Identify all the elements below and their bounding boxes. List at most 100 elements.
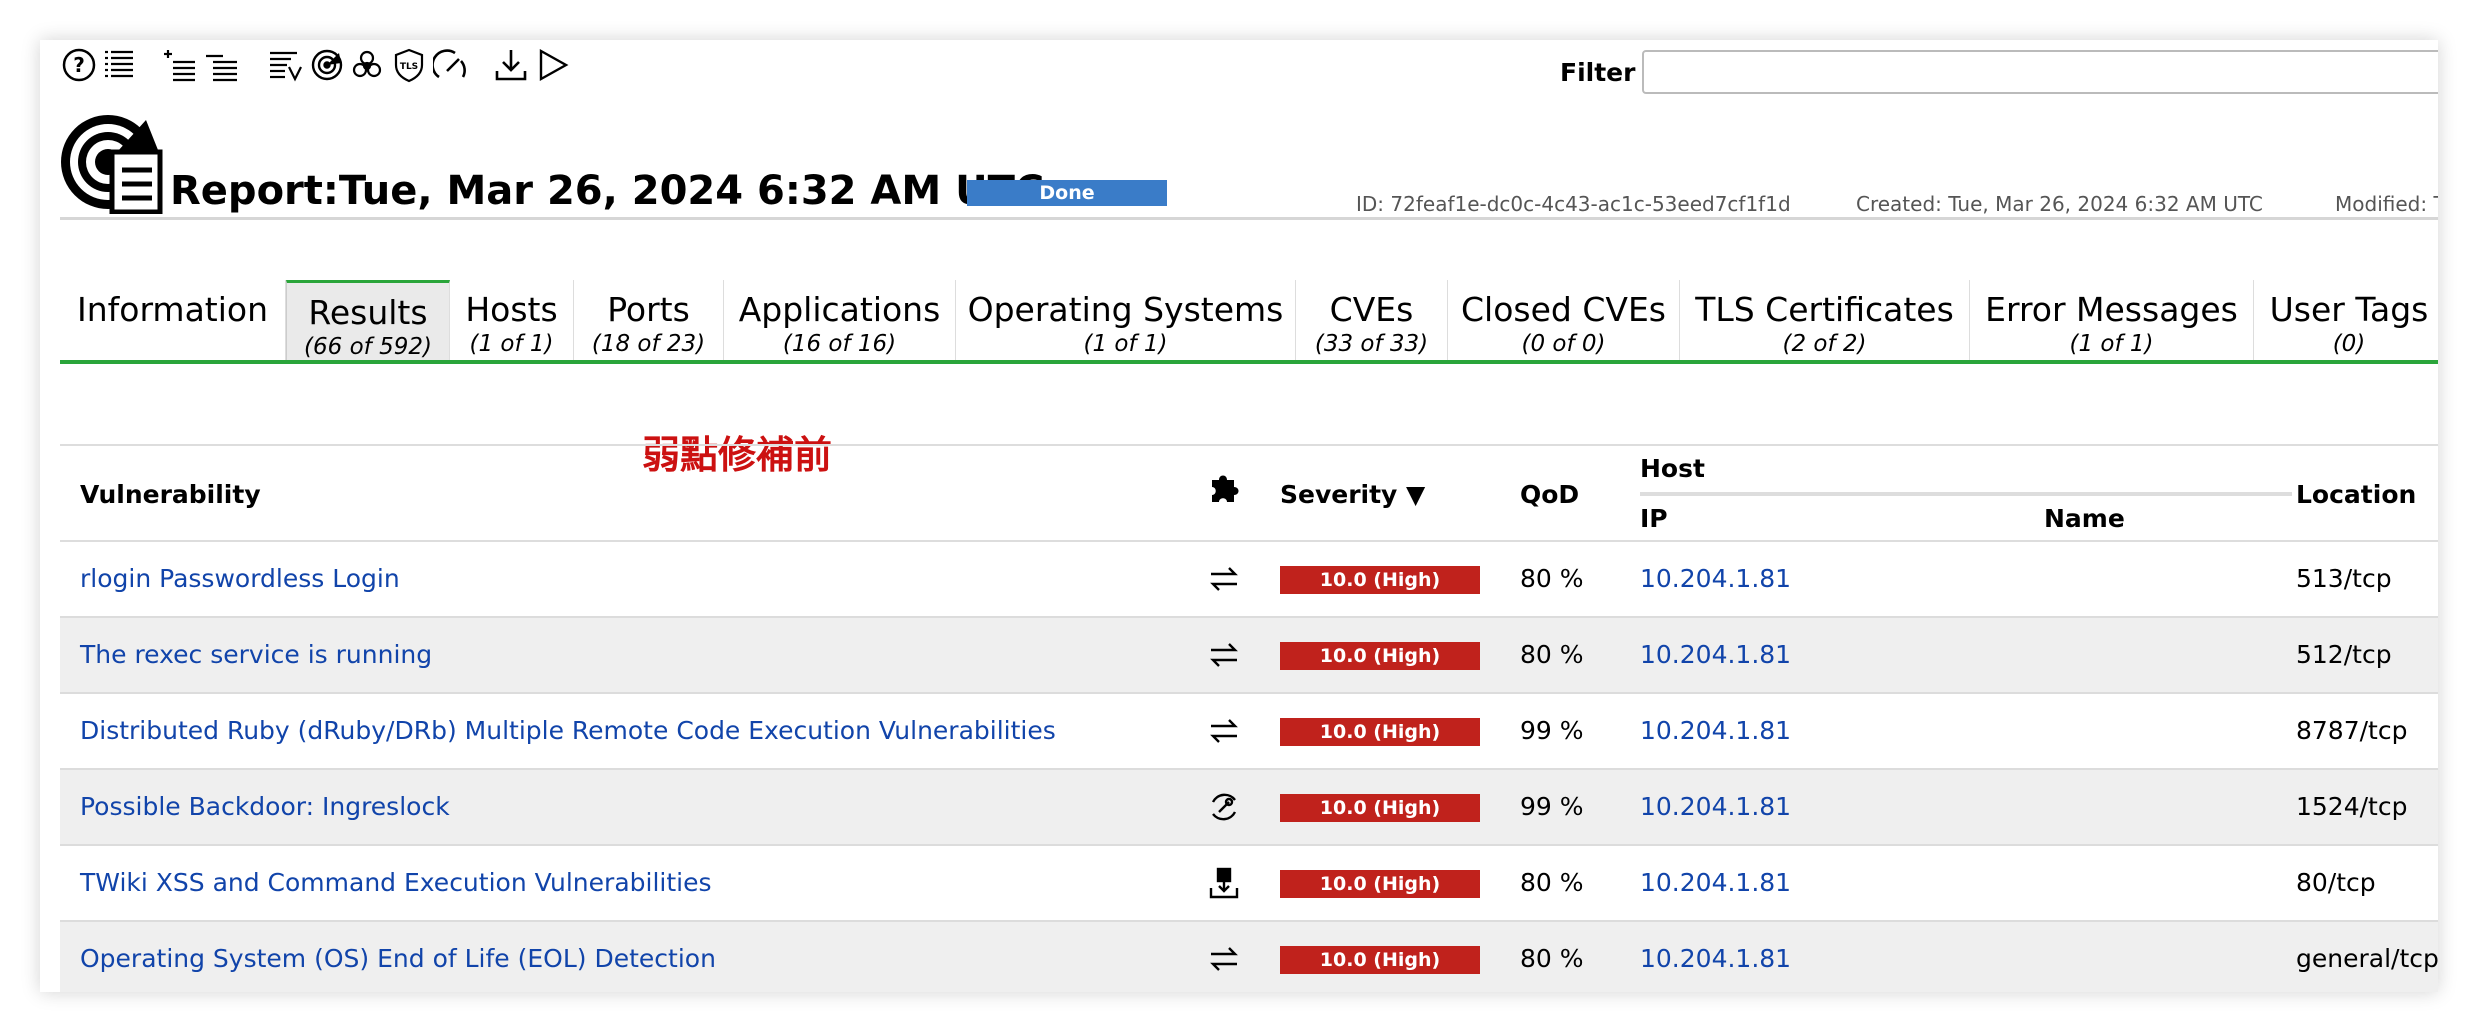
column-header-vulnerability[interactable]: Vulnerability bbox=[80, 480, 261, 509]
tab-user-tags[interactable]: User Tags (0) bbox=[2254, 280, 2438, 360]
tab-label: TLS Certificates bbox=[1695, 290, 1954, 329]
host-header-divider bbox=[1640, 492, 2292, 496]
tab-count: (33 of 33) bbox=[1314, 331, 1429, 357]
host-ip-link[interactable]: 10.204.1.81 bbox=[1640, 542, 1791, 616]
tab-label: Error Messages bbox=[1985, 290, 2238, 329]
qod-value: 99 % bbox=[1520, 716, 1584, 745]
table-row: TWiki XSS and Command Execution Vulnerab… bbox=[60, 846, 2438, 922]
list-icon[interactable] bbox=[100, 46, 138, 84]
radar-icon[interactable] bbox=[308, 46, 346, 84]
location-value: general/tcp bbox=[2296, 944, 2438, 973]
column-header-qod[interactable]: QoD bbox=[1520, 480, 1579, 509]
host-ip-link[interactable]: 10.204.1.81 bbox=[1640, 922, 1791, 992]
tab-count: (16 of 16) bbox=[782, 331, 897, 357]
workaround-wrench-icon bbox=[1204, 770, 1244, 844]
tab-count: (2 of 2) bbox=[1782, 331, 1867, 357]
column-header-name[interactable]: Name bbox=[2044, 504, 2125, 533]
report-list-icon[interactable] bbox=[266, 46, 304, 84]
tab-tls-certificates[interactable]: TLS Certificates (2 of 2) bbox=[1680, 280, 1970, 360]
tab-label: Information bbox=[76, 290, 269, 329]
qod-value: 80 % bbox=[1520, 944, 1584, 973]
location-value: 513/tcp bbox=[2296, 564, 2392, 593]
vulnerability-link[interactable]: rlogin Passwordless Login bbox=[80, 542, 400, 616]
tab-cves[interactable]: CVEs (33 of 33) bbox=[1296, 280, 1448, 360]
column-header-ip[interactable]: IP bbox=[1640, 504, 1668, 533]
vulnerability-link[interactable]: Distributed Ruby (dRuby/DRb) Multiple Re… bbox=[80, 694, 1056, 768]
host-ip-link[interactable]: 10.204.1.81 bbox=[1640, 770, 1791, 844]
host-ip-link[interactable]: 10.204.1.81 bbox=[1640, 846, 1791, 920]
vulnerability-link[interactable]: TWiki XSS and Command Execution Vulnerab… bbox=[80, 846, 712, 920]
mitigate-arrows-icon bbox=[1204, 694, 1244, 768]
location-value: 80/tcp bbox=[2296, 868, 2376, 897]
tab-applications[interactable]: Applications (16 of 16) bbox=[724, 280, 956, 360]
help-icon[interactable]: ? bbox=[60, 46, 98, 84]
biohazard-icon[interactable] bbox=[348, 46, 386, 84]
tab-error-messages[interactable]: Error Messages (1 of 1) bbox=[1970, 280, 2254, 360]
severity-badge: 10.0 (High) bbox=[1280, 642, 1480, 670]
column-header-location[interactable]: Location bbox=[2296, 480, 2416, 509]
svg-text:TLS: TLS bbox=[400, 62, 418, 72]
location-value: 512/tcp bbox=[2296, 640, 2392, 669]
host-ip-link[interactable]: 10.204.1.81 bbox=[1640, 618, 1791, 692]
report-view: ? TLS Filter Report:Tue, Mar 26, 2024 6:… bbox=[60, 40, 2438, 992]
tab-label: Applications bbox=[738, 290, 941, 329]
filter-input[interactable] bbox=[1642, 50, 2438, 94]
report-id: ID: 72feaf1e-dc0c-4c43-ac1c-53eed7cf1f1d bbox=[1356, 192, 1791, 216]
location-value: 1524/tcp bbox=[2296, 792, 2408, 821]
tab-label: Hosts bbox=[465, 290, 558, 329]
tab-count: (1 of 1) bbox=[2069, 331, 2154, 357]
severity-badge: 10.0 (High) bbox=[1280, 718, 1480, 746]
tab-count: (0 of 0) bbox=[1521, 331, 1606, 357]
severity-badge: 10.0 (High) bbox=[1280, 946, 1480, 974]
tab-hosts[interactable]: Hosts (1 of 1) bbox=[450, 280, 574, 360]
vulnerability-link[interactable]: Possible Backdoor: Ingreslock bbox=[80, 770, 450, 844]
column-header-severity[interactable]: Severity ▼ bbox=[1280, 480, 1425, 509]
tab-count: (1 of 1) bbox=[469, 331, 554, 357]
tab-ports[interactable]: Ports (18 of 23) bbox=[574, 280, 724, 360]
table-top-divider bbox=[60, 444, 2438, 446]
play-icon[interactable] bbox=[534, 46, 572, 84]
tab-count: (66 of 592) bbox=[304, 334, 432, 360]
mitigate-arrows-icon bbox=[1204, 542, 1244, 616]
download-icon[interactable] bbox=[492, 46, 530, 84]
tab-information[interactable]: Information bbox=[60, 280, 286, 360]
table-row: Operating System (OS) End of Life (EOL) … bbox=[60, 922, 2438, 992]
vulnerability-link[interactable]: Operating System (OS) End of Life (EOL) … bbox=[80, 922, 716, 992]
tab-results[interactable]: Results (66 of 592) bbox=[286, 280, 450, 360]
tab-label: User Tags bbox=[2269, 290, 2429, 329]
column-header-host: Host bbox=[1640, 454, 1705, 483]
add-list-icon[interactable] bbox=[160, 46, 198, 84]
solution-type-icon bbox=[1206, 470, 1242, 506]
status-progress-bar: Done bbox=[967, 180, 1167, 206]
filter-label: Filter bbox=[1560, 58, 1636, 87]
tab-operating-systems[interactable]: Operating Systems (1 of 1) bbox=[956, 280, 1296, 360]
tab-label: Results bbox=[308, 293, 428, 332]
table-row: Distributed Ruby (dRuby/DRb) Multiple Re… bbox=[60, 694, 2438, 770]
tab-count: (0) bbox=[2332, 331, 2366, 357]
report-logo-icon bbox=[60, 110, 164, 215]
severity-badge: 10.0 (High) bbox=[1280, 870, 1480, 898]
vendorfix-package-icon bbox=[1204, 846, 1244, 920]
qod-value: 99 % bbox=[1520, 792, 1584, 821]
host-ip-link[interactable]: 10.204.1.81 bbox=[1640, 694, 1791, 768]
annotation-text: 弱點修補前 bbox=[642, 433, 833, 477]
tls-shield-icon[interactable]: TLS bbox=[390, 46, 428, 84]
tab-closed-cves[interactable]: Closed CVEs (0 of 0) bbox=[1448, 280, 1680, 360]
vulnerability-link[interactable]: The rexec service is running bbox=[80, 618, 432, 692]
severity-badge: 10.0 (High) bbox=[1280, 566, 1480, 594]
mitigate-arrows-icon bbox=[1204, 618, 1244, 692]
report-created: Created: Tue, Mar 26, 2024 6:32 AM UTC bbox=[1856, 192, 2263, 216]
qod-value: 80 % bbox=[1520, 640, 1584, 669]
mitigate-arrows-icon bbox=[1204, 922, 1244, 992]
table-row: rlogin Passwordless Login 10.0 (High) 80… bbox=[60, 542, 2438, 618]
app-window: ? TLS Filter Report:Tue, Mar 26, 2024 6:… bbox=[40, 40, 2438, 992]
gauge-icon[interactable] bbox=[432, 46, 470, 84]
tab-label: CVEs bbox=[1329, 290, 1414, 329]
header-divider bbox=[60, 217, 2438, 220]
location-value: 8787/tcp bbox=[2296, 716, 2408, 745]
report-modified: Modified: T bbox=[2335, 192, 2438, 216]
list-alt-icon[interactable] bbox=[202, 46, 240, 84]
tab-bar: Information Results (66 of 592) Hosts (1… bbox=[60, 280, 2438, 364]
tab-label: Ports bbox=[607, 290, 690, 329]
qod-value: 80 % bbox=[1520, 564, 1584, 593]
